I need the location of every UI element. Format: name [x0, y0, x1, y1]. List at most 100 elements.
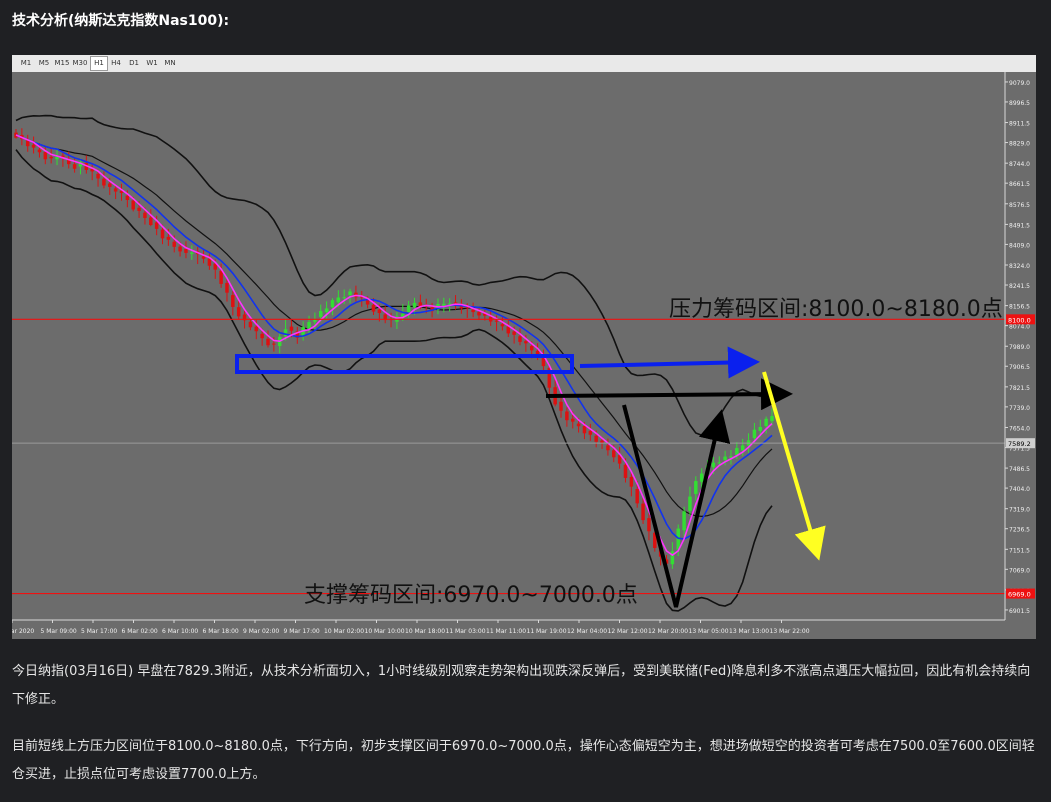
candle-body: [31, 144, 36, 148]
candle-body: [629, 476, 634, 487]
candle-body: [465, 307, 470, 309]
candle-body: [477, 312, 481, 316]
candle-body: [236, 307, 241, 317]
candle-body: [764, 418, 768, 427]
x-tick-label: 10 Mar 18:00: [405, 628, 445, 635]
candle-body: [518, 336, 522, 342]
x-tick-label: 6 Mar 02:00: [122, 628, 158, 635]
candle-body: [190, 252, 194, 254]
candle-body: [108, 183, 112, 187]
candle-body: [131, 200, 135, 210]
timeframe-h1-button[interactable]: H1: [90, 56, 108, 71]
candle-body: [471, 309, 475, 313]
candle-body: [172, 241, 176, 247]
candle-body: [113, 188, 118, 192]
candle-body: [500, 324, 505, 327]
candle-body: [342, 297, 346, 299]
candle-body: [512, 331, 516, 335]
candle-body: [231, 295, 235, 307]
x-tick-label: 13 Mar 22:00: [770, 628, 810, 635]
resistance-zone-label: 压力筹码区间:8100.0~8180.0点: [669, 297, 1003, 322]
timeframe-m30-button[interactable]: M30: [72, 57, 88, 70]
y-tick-label: 8661.5: [1009, 181, 1030, 188]
x-tick-label: 9 Mar 17:00: [284, 628, 320, 635]
candle-body: [318, 311, 323, 317]
candle-body: [149, 217, 153, 226]
candle-body: [635, 489, 639, 504]
y-tick-label: 8744.0: [1009, 161, 1030, 168]
candle-body: [330, 300, 335, 308]
x-tick-label: 13 Mar 05:00: [689, 628, 729, 635]
candle-body: [711, 462, 716, 468]
x-tick-label: 10 Mar 02:00: [324, 628, 364, 635]
timeframe-h4-button[interactable]: H4: [108, 57, 124, 70]
candle-body: [160, 229, 165, 239]
candle-body: [102, 178, 106, 186]
candle-body: [225, 282, 229, 293]
y-tick-label: 7989.0: [1009, 344, 1030, 351]
candle-body: [582, 426, 587, 434]
candle-body: [688, 496, 692, 511]
candle-body: [43, 152, 48, 160]
candle-body: [72, 164, 77, 169]
candle-body: [524, 341, 528, 344]
timeframe-m1-button[interactable]: M1: [18, 57, 34, 70]
candle-body: [154, 222, 159, 229]
y-tick-label: 8996.5: [1009, 100, 1030, 107]
y-tick-label: 9079.0: [1009, 80, 1030, 87]
candle-body: [412, 302, 417, 308]
candle-body: [254, 326, 259, 332]
x-tick-label: 10 Mar 10:00: [365, 628, 405, 635]
chart-plot-area: 压力筹码区间:8100.0~8180.0点支撑筹码区间:6970.0~7000.…: [12, 72, 1036, 639]
candle-body: [576, 423, 581, 427]
candle-body: [266, 338, 270, 346]
y-tick-label: 7486.5: [1009, 466, 1030, 473]
timeframe-m5-button[interactable]: M5: [36, 57, 52, 70]
x-tick-label: 11 Mar 11:00: [486, 628, 526, 635]
timeframe-m15-button[interactable]: M15: [54, 57, 70, 70]
candle-body: [752, 429, 757, 439]
candle-body: [324, 308, 329, 313]
timeframe-toolbar: M1 M5 M15 M30 H1 H4 D1 W1 MN: [12, 55, 1036, 73]
x-tick-label: 5 Mar 09:00: [41, 628, 77, 635]
x-tick-label: 12 Mar 04:00: [567, 628, 607, 635]
candle-body: [272, 343, 276, 345]
candle-body: [529, 346, 534, 351]
candle-body: [594, 435, 598, 442]
x-tick-label: 12 Mar 12:00: [608, 628, 648, 635]
timeframe-w1-button[interactable]: W1: [144, 57, 160, 70]
candle-body: [365, 299, 370, 305]
candle-body: [588, 430, 593, 435]
candle-body: [682, 511, 686, 531]
y-tick-label: 7404.0: [1009, 486, 1030, 493]
y-tick-label: 8911.5: [1009, 121, 1030, 128]
candle-body: [289, 326, 294, 331]
x-tick-label: 9 Mar 02:00: [243, 628, 279, 635]
candle-body: [137, 207, 141, 211]
timeframe-mn-button[interactable]: MN: [162, 57, 178, 70]
x-tick-label: 11 Mar 03:00: [446, 628, 486, 635]
x-tick-label: 6 Mar 10:00: [162, 628, 198, 635]
black-horizontal-arrow: [545, 378, 793, 411]
candle-body: [219, 270, 223, 284]
candle-body: [770, 416, 774, 422]
candle-body: [406, 305, 411, 313]
candle-body: [55, 156, 59, 160]
y-tick-label: 7821.5: [1009, 385, 1030, 392]
x-tick-label: 6 Mar 18:00: [203, 628, 239, 635]
candle-body: [125, 195, 130, 201]
x-tick-label: 5 Mar 17:00: [81, 628, 117, 635]
support-zone-label: 支撑筹码区间:6970.0~7000.0点: [304, 583, 638, 608]
y-tick-label: 7654.0: [1009, 425, 1030, 432]
candle-body: [201, 256, 206, 259]
candle-body: [506, 326, 511, 334]
candle-body: [377, 309, 382, 314]
timeframe-d1-button[interactable]: D1: [126, 57, 142, 70]
candle-body: [565, 411, 569, 421]
candle-body: [348, 291, 352, 296]
candle-body: [143, 212, 147, 218]
x-tick-label: 11 Mar 19:00: [527, 628, 567, 635]
price-chart: M1 M5 M15 M30 H1 H4 D1 W1 MN 压力筹码区间:8100.0~8180.…: [12, 55, 1036, 639]
x-tick-label: 13 Mar 13:00: [729, 628, 769, 635]
y-tick-label: 7906.5: [1009, 364, 1030, 371]
